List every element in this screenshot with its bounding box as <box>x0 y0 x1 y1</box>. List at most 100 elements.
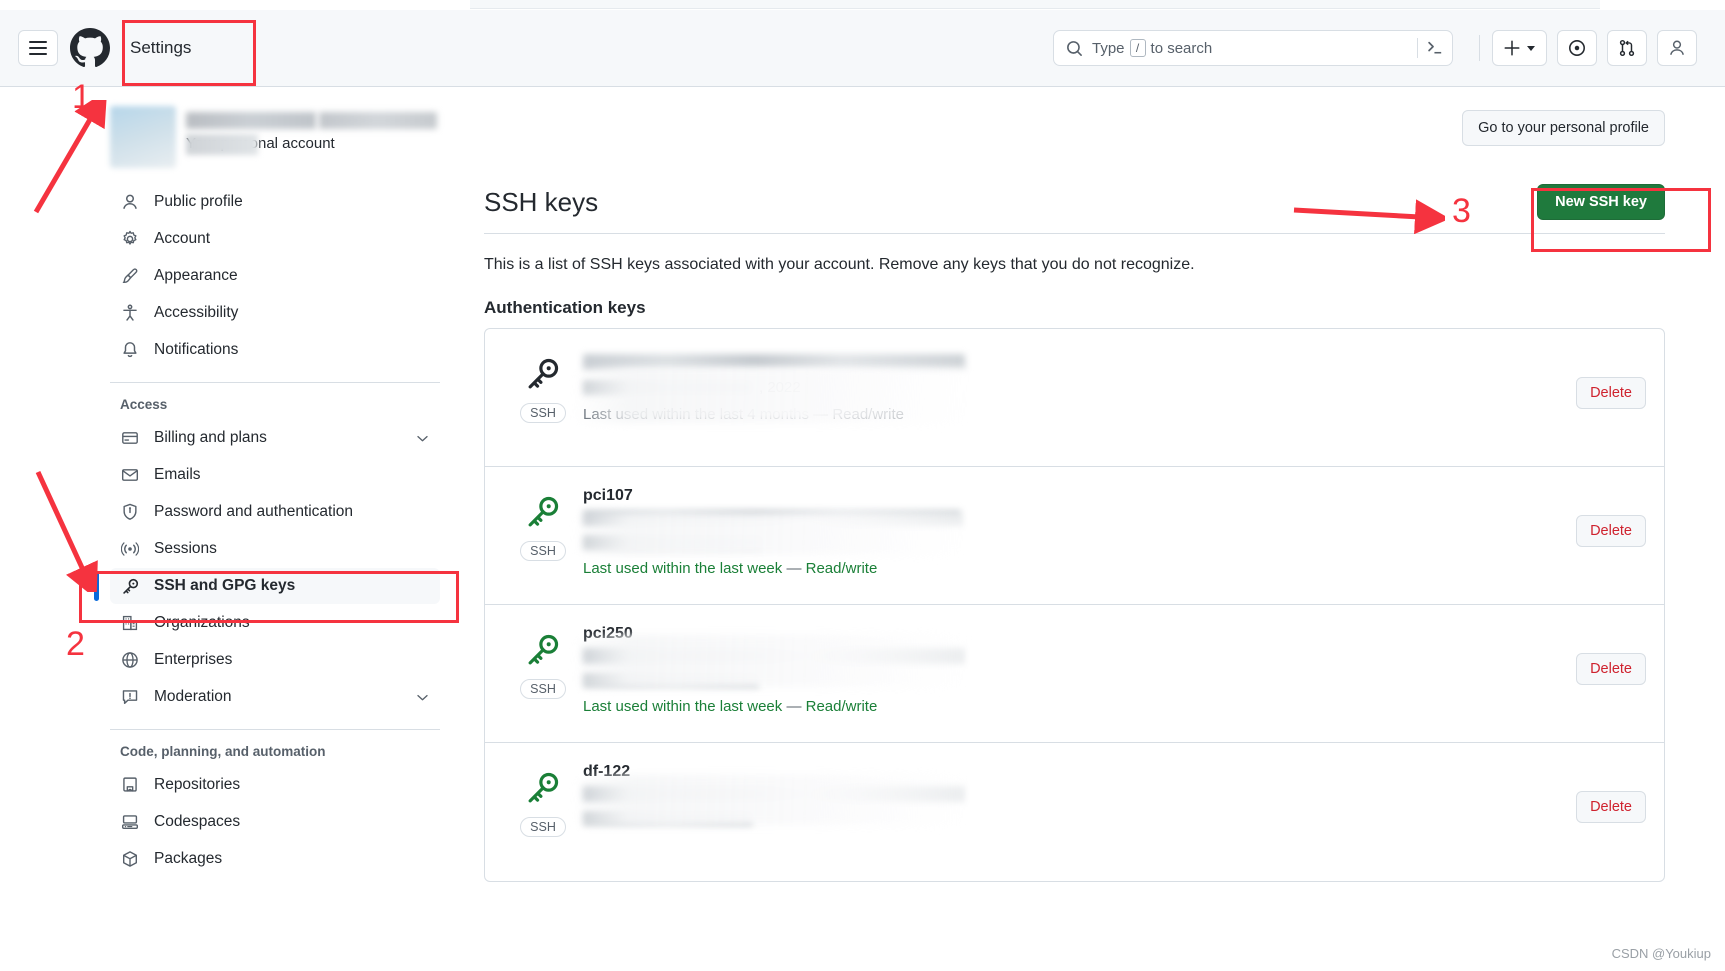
delete-button[interactable]: Delete <box>1576 653 1646 685</box>
page-title: SSH keys <box>484 186 599 217</box>
chevron-down-icon[interactable] <box>415 690 430 705</box>
account-name-block: Your personal account <box>186 112 437 155</box>
sidebar-item-enterprises[interactable]: Enterprises <box>110 642 440 678</box>
mail-icon <box>120 465 140 485</box>
sidebar-item-appearance[interactable]: Appearance <box>110 258 440 294</box>
report-icon <box>120 687 140 707</box>
create-new-button[interactable] <box>1492 30 1547 66</box>
sidebar-item-organizations[interactable]: Organizations <box>110 605 440 641</box>
new-ssh-key-button[interactable]: New SSH key <box>1537 184 1665 220</box>
account-subtitle-redacted-overlay <box>186 134 258 155</box>
key-fingerprint-redacted <box>583 786 963 802</box>
key-details: df-122 <box>575 763 1526 836</box>
key-status-suffix: Read/write <box>805 560 878 577</box>
browser-tab-strip <box>470 0 1600 9</box>
sidebar-item-billing-and-plans[interactable]: Billing and plans <box>110 420 440 456</box>
search-placeholder-prefix: Type <box>1092 39 1125 57</box>
sidebar-item-password-and-authentication[interactable]: Password and authentication <box>110 494 440 530</box>
status-badge: SSH <box>520 541 566 561</box>
key-details: , 2022 Last used within the last 4 month… <box>575 349 1526 423</box>
key-date-redacted <box>583 380 753 395</box>
key-status: Last used within the last 4 months — Rea… <box>583 406 1526 423</box>
key-date-redacted <box>583 811 753 826</box>
sidebar-item-label: Moderation <box>154 688 232 705</box>
menu-icon[interactable] <box>18 30 58 66</box>
chevron-down-icon <box>1527 45 1535 51</box>
sidebar-item-emails[interactable]: Emails <box>110 457 440 493</box>
status-badge: SSH <box>520 403 566 423</box>
sidebar-item-accessibility[interactable]: Accessibility <box>110 295 440 331</box>
page-header: SSH keys New SSH key <box>484 184 1665 220</box>
person-icon <box>120 192 140 212</box>
ssh-keys-list: SSH , 2022 Last used within the last 4 m… <box>484 328 1665 882</box>
key-added-date <box>583 535 1526 550</box>
terminal-icon[interactable] <box>1426 39 1444 57</box>
status-badge: SSH <box>520 817 566 837</box>
key-status-prefix: Last used within the last week <box>583 698 783 715</box>
delete-button[interactable]: Delete <box>1576 377 1646 409</box>
key-fingerprint-redacted <box>583 354 965 370</box>
key-status-suffix: Read/write <box>832 406 905 423</box>
key-icon <box>528 496 559 527</box>
table-row: SSH pci107 Last used within the last wee… <box>485 467 1664 605</box>
sidebar-item-account[interactable]: Account <box>110 221 440 257</box>
sidebar-item-label: Password and authentication <box>154 503 354 520</box>
sidebar-item-label: Notifications <box>154 341 239 358</box>
sidebar-item-label: Sessions <box>154 540 217 557</box>
key-added-date <box>583 811 1526 826</box>
sidebar-item-label: Organizations <box>154 614 250 631</box>
account-summary[interactable]: Your personal account <box>0 106 470 168</box>
watermark: CSDN @Youkiup <box>1611 946 1711 961</box>
bell-icon <box>120 340 140 360</box>
account-displayname-redacted <box>319 112 437 129</box>
pull-requests-button[interactable] <box>1607 30 1647 66</box>
avatar-button[interactable] <box>1657 30 1697 66</box>
sidebar-item-label: Billing and plans <box>154 429 267 446</box>
delete-button[interactable]: Delete <box>1576 791 1646 823</box>
search-input[interactable]: Type / to search <box>1053 30 1453 66</box>
sidebar-divider-2 <box>110 729 440 730</box>
chevron-down-icon[interactable] <box>415 431 430 446</box>
search-slash-key: / <box>1129 39 1146 57</box>
search-placeholder: Type / to search <box>1092 39 1417 57</box>
key-status-separator: — <box>786 698 802 715</box>
settings-title[interactable]: Settings <box>120 32 201 64</box>
key-date-redacted <box>583 535 763 550</box>
sidebar-item-notifications[interactable]: Notifications <box>110 332 440 368</box>
search-icon <box>1067 40 1082 56</box>
sidebar-item-label: SSH and GPG keys <box>154 577 296 594</box>
sidebar-item-label: Enterprises <box>154 651 233 668</box>
key-added-date: , 2022 <box>583 379 1526 396</box>
shield-lock-icon <box>120 502 140 522</box>
delete-button[interactable]: Delete <box>1576 515 1646 547</box>
sidebar-section-code-label: Code, planning, and automation <box>120 744 326 759</box>
key-status-separator: — <box>786 560 802 577</box>
sidebar-item-public-profile[interactable]: Public profile <box>110 184 440 220</box>
key-title: pci250 <box>583 625 633 642</box>
key-status-separator: — <box>813 406 829 423</box>
sidebar-section-access-label: Access <box>120 397 168 412</box>
git-pull-request-icon <box>1619 39 1635 57</box>
search-divider <box>1417 38 1418 58</box>
paintbrush-icon <box>120 266 140 286</box>
key-details: pci250 Last used within the last week — … <box>575 625 1526 715</box>
page-right-edge <box>1715 88 1725 971</box>
github-logo-icon[interactable] <box>70 28 110 68</box>
sidebar-item-packages[interactable]: Packages <box>110 841 440 877</box>
organization-icon <box>120 613 140 633</box>
key-date-redacted <box>583 673 759 688</box>
key-fingerprint-redacted <box>583 510 961 526</box>
key-status-prefix: Last used within the last week <box>583 560 783 577</box>
sidebar-item-sessions[interactable]: Sessions <box>110 531 440 567</box>
header-separator <box>1479 35 1480 61</box>
sidebar-item-codespaces[interactable]: Codespaces <box>110 804 440 840</box>
go-to-profile-button[interactable]: Go to your personal profile <box>1462 110 1665 146</box>
sidebar-group-code: Repositories Codespaces Packages <box>0 767 470 877</box>
sidebar-item-moderation[interactable]: Moderation <box>110 679 440 715</box>
issues-button[interactable] <box>1557 30 1597 66</box>
key-status-prefix: Last used within the last 4 months <box>583 406 809 423</box>
sidebar-item-repositories[interactable]: Repositories <box>110 767 440 803</box>
sidebar-item-ssh-and-gpg-keys[interactable]: SSH and GPG keys <box>94 568 440 604</box>
profile-button-row: Go to your personal profile <box>484 110 1665 146</box>
sidebar-group-access: Billing and plans Emails Password and au… <box>0 420 470 715</box>
